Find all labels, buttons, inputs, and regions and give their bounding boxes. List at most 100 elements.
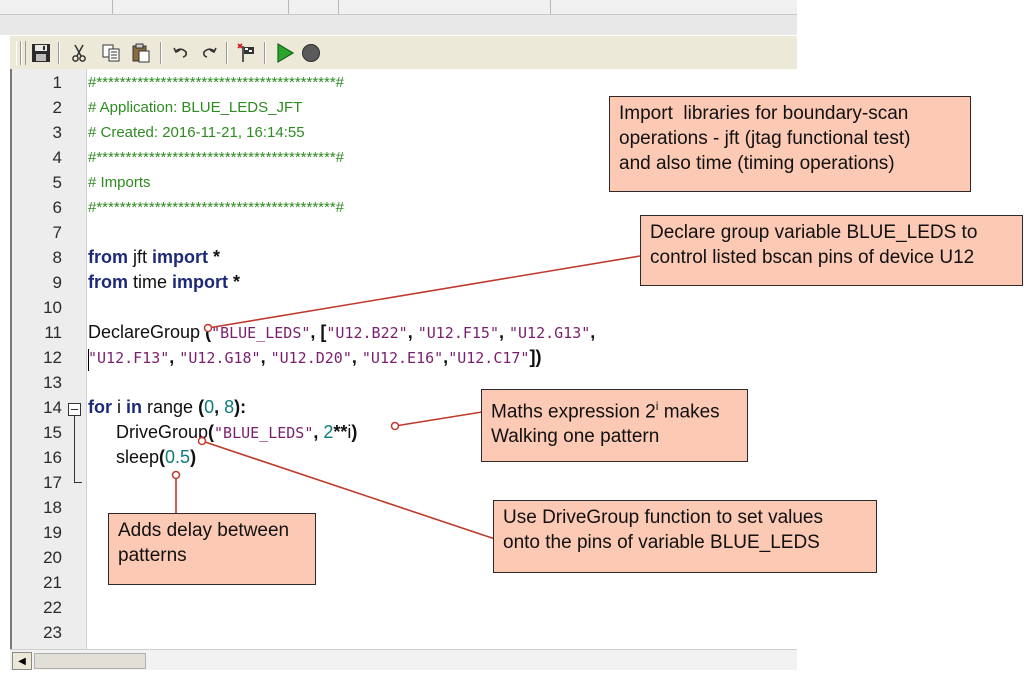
keyword: in [126,397,143,417]
operator: ** [333,422,348,442]
stop-button[interactable] [298,40,324,66]
undo-icon [173,47,187,58]
punctuation: ) [190,447,197,467]
arrow-left-icon: ◀ [18,655,26,667]
string-literal: "U12.G18" [179,349,261,367]
for-loop-header: for i in range (0, 8): [88,395,246,420]
callout-imports: Import libraries for boundary-scan opera… [609,96,971,192]
line-number: 19 [43,523,62,542]
line-number: 3 [52,123,62,142]
paste-icon [132,43,150,63]
punctuation: , [169,347,180,367]
line-number: 8 [52,248,62,267]
cut-button[interactable] [66,40,92,66]
run-icon [277,42,295,64]
punctuation: , [351,347,362,367]
line-number: 14 [43,398,62,417]
callout-declare-group: Declare group variable BLUE_LEDS to cont… [640,215,1023,286]
line-number: 9 [52,273,62,292]
stop-icon [302,44,320,62]
string-literal: "BLUE_LEDS" [211,324,311,342]
fold-toggle-icon[interactable] [68,403,81,416]
drive-group-statement: DriveGroup("BLUE_LEDS", 2**i) [116,420,357,445]
function-name: range [142,397,199,417]
keyword: import [172,272,229,292]
punctuation: , [ [310,322,327,342]
line-number: 6 [52,198,62,217]
window-tab-strip [0,0,797,15]
callout-maths-expression: Maths expression 2i makes Walking one pa… [481,389,748,462]
keyword: from [88,272,128,292]
string-literal: "U12.F15" [417,324,499,342]
code-comment: # Created: 2016-11-21, 16:14:55 [88,124,305,141]
tab-divider [288,0,289,14]
code-comment: #***************************************… [88,149,345,166]
save-button[interactable] [28,40,54,66]
fold-guide-end [74,482,82,483]
toolbar-separator [58,42,60,64]
copy-button[interactable] [98,40,124,66]
paste-button[interactable] [128,40,154,66]
number-literal: 2 [323,422,334,442]
panel-gap [0,15,797,35]
fold-guide [74,416,75,482]
scrollbar-thumb[interactable] [34,653,146,669]
line-number: 5 [52,173,62,192]
import-statement-time: from time import * [88,270,240,295]
function-name: sleep [116,447,160,467]
punctuation: , [407,322,418,342]
save-icon [32,44,50,62]
number-literal: 8 [224,397,235,417]
line-number: 21 [43,573,62,592]
code-comment: # Imports [88,174,151,191]
toolbar-separator [160,42,162,64]
undo-button[interactable] [168,40,194,66]
code-comment: #***************************************… [88,74,345,91]
tab-divider [550,0,551,14]
toolbar-grip[interactable] [21,41,26,65]
string-literal: "U12.E16" [361,349,444,367]
toolbar-separator [226,42,228,64]
punctuation: , [590,322,596,342]
text-cursor [88,349,89,371]
line-number: 22 [43,598,62,617]
breakpoint-flag-icon [237,43,254,62]
callout-drive-group: Use DriveGroup function to set values on… [493,500,877,573]
line-number: 15 [43,423,62,442]
tab-divider [112,0,113,14]
punctuation: ]) [529,347,542,367]
scroll-left-button[interactable]: ◀ [12,652,32,670]
string-literal: "U12.B22" [326,324,408,342]
keyword: for [88,397,112,417]
fold-margin[interactable] [70,69,87,649]
module-name: jft [128,247,153,267]
horizontal-scrollbar[interactable]: ◀ [10,649,797,670]
number-literal: 0 [204,397,215,417]
redo-icon [203,47,217,58]
line-number: 18 [43,498,62,517]
module-name: time [128,272,173,292]
line-number: 16 [43,448,62,467]
code-comment: # Application: BLUE_LEDS_JFT [88,99,303,116]
line-number: 13 [43,373,62,392]
toggle-breakpoint-button[interactable] [234,40,260,66]
line-number: 23 [43,623,62,642]
string-literal: "U12.C17" [448,349,530,367]
tab-divider [338,0,339,14]
function-name: DeclareGroup [88,322,201,342]
string-literal: "U12.D20" [270,349,352,367]
sleep-statement: sleep(0.5) [116,445,196,470]
punctuation: , [313,422,324,442]
punctuation: , [260,347,271,367]
line-number: 4 [52,148,62,167]
redo-button[interactable] [196,40,222,66]
line-number: 2 [52,98,62,117]
line-number: 11 [44,323,62,342]
copy-icon [102,44,120,62]
number-literal: 0.5 [165,447,191,467]
declare-group-continuation: "U12.F13", "U12.G18", "U12.D20", "U12.E1… [88,345,541,370]
line-number: 1 [52,73,62,92]
editor-toolbar [10,35,797,71]
run-button[interactable] [272,40,298,66]
line-number: 12 [43,348,62,367]
